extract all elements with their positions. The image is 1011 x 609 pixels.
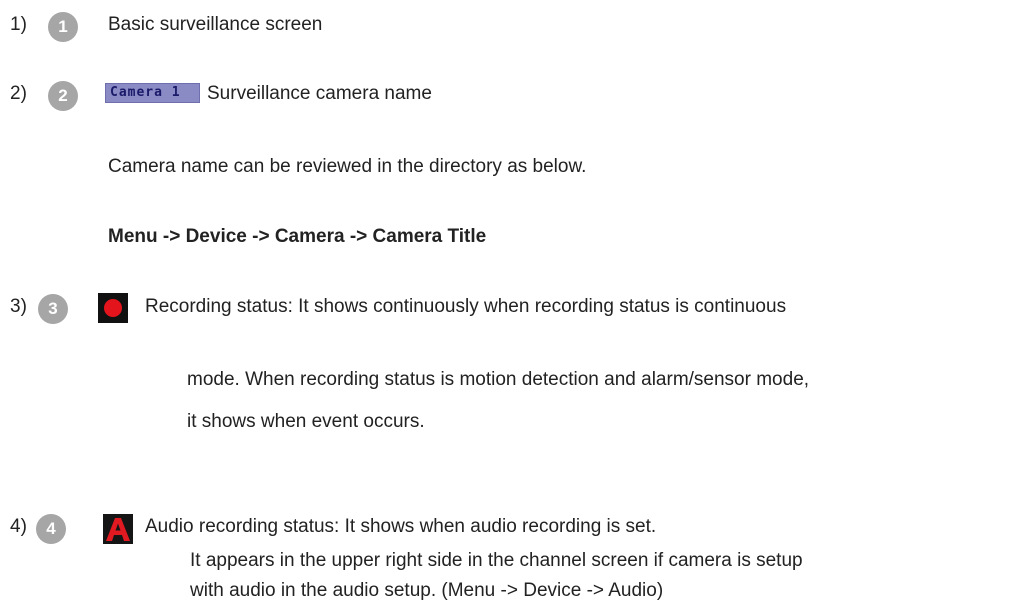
item-description: Basic surveillance screen — [108, 14, 323, 35]
item-description: Recording status: It shows continuously … — [145, 296, 787, 317]
item-description-line: it shows when event occurs. — [187, 411, 425, 432]
item-number: 3) — [10, 296, 27, 317]
item-description: Audio recording status: It shows when au… — [145, 516, 657, 537]
item-description-line: with audio in the audio setup. (Menu -> … — [190, 580, 664, 601]
number-badge: 2 — [48, 81, 78, 111]
number-badge: 1 — [48, 12, 78, 42]
menu-path: Menu -> Device -> Camera -> Camera Title — [108, 226, 487, 247]
item-note: Camera name can be reviewed in the direc… — [108, 156, 587, 177]
item-description-line: It appears in the upper right side in th… — [190, 550, 803, 571]
number-badge: 3 — [38, 294, 68, 324]
audio-a-icon — [103, 514, 133, 544]
number-badge: 4 — [36, 514, 66, 544]
item-description-line: mode. When recording status is motion de… — [187, 369, 810, 390]
item-number: 4) — [10, 516, 27, 537]
camera-name-tag-icon: Camera 1 — [105, 83, 200, 103]
item-number: 2) — [10, 83, 27, 104]
item-number: 1) — [10, 14, 27, 35]
item-description: Surveillance camera name — [207, 83, 432, 104]
recording-dot-icon — [98, 293, 128, 323]
